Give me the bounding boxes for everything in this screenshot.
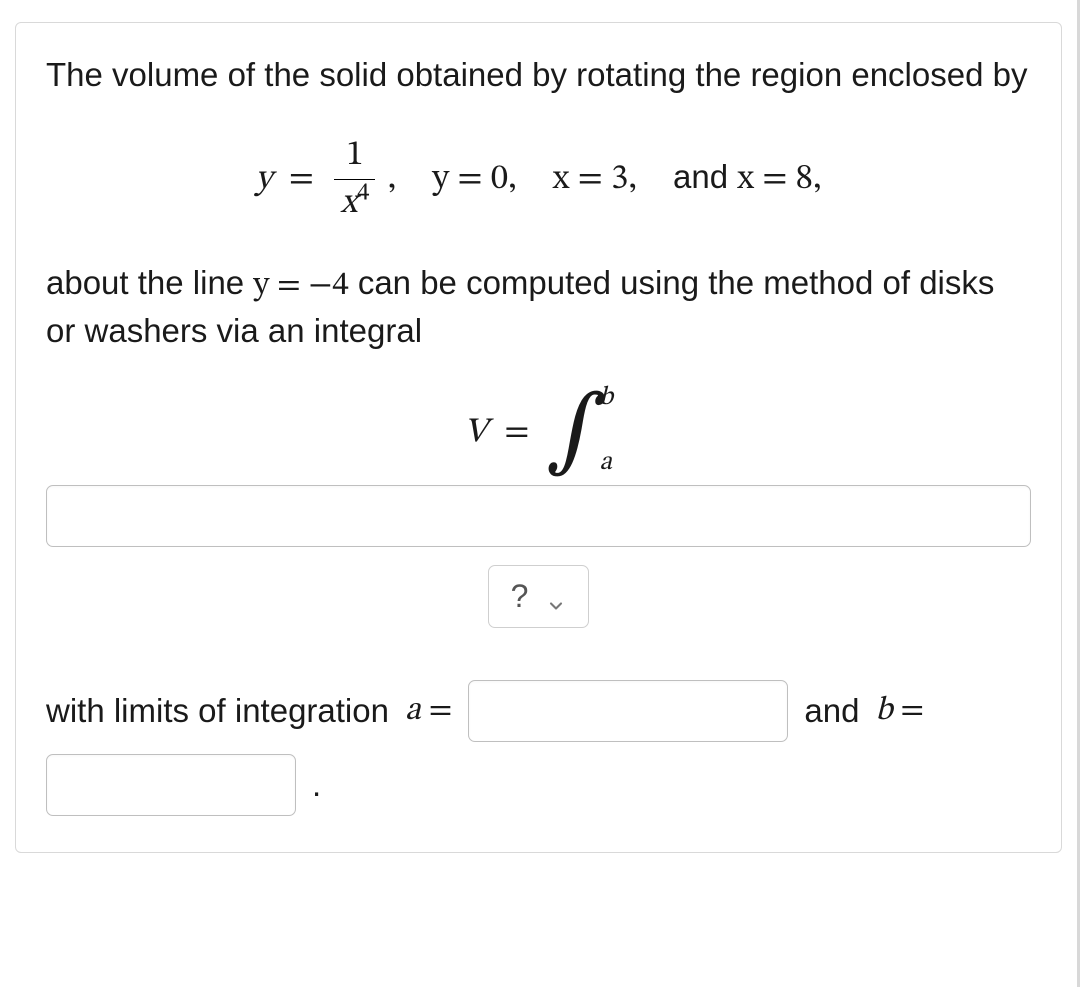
equations-block: y = 1 x4 , y = 0, x = 3, and x = 8, [46,132,1031,228]
limits-prefix: with limits of integration [46,689,389,734]
volume-integral: V = ∫ b a [46,387,1031,479]
eq4: and x = 8, [673,155,822,203]
limits-row: with limits of integration a = and b = . [46,680,1031,816]
problem-card: The volume of the solid obtained by rota… [15,22,1062,853]
b-var: b [875,694,892,727]
eq2: y = 0, [432,156,516,203]
help-label: ? [511,578,529,615]
fraction-num: 1 [334,132,375,179]
eq3: x = 3, [553,156,637,203]
fraction: 1 x4 [334,132,375,228]
about-eq: y = −4 [253,269,348,302]
intro-text: The volume of the solid obtained by rota… [46,53,1031,98]
integrand-input[interactable] [46,485,1031,547]
integral-sign: ∫ [546,397,608,469]
fraction-den: x4 [334,179,375,227]
and-text: and [804,689,859,734]
eq1-lhs: y [255,162,272,197]
V: V [464,415,488,450]
a-var: a [405,694,421,727]
period: . [312,763,321,808]
b-input[interactable] [46,754,296,816]
page: The volume of the solid obtained by rota… [0,0,1080,987]
about-text: about the line y = −4 can be computed us… [46,261,1031,353]
chevron-down-icon [546,587,566,607]
a-input[interactable] [468,680,788,742]
help-button[interactable]: ? [488,565,590,628]
